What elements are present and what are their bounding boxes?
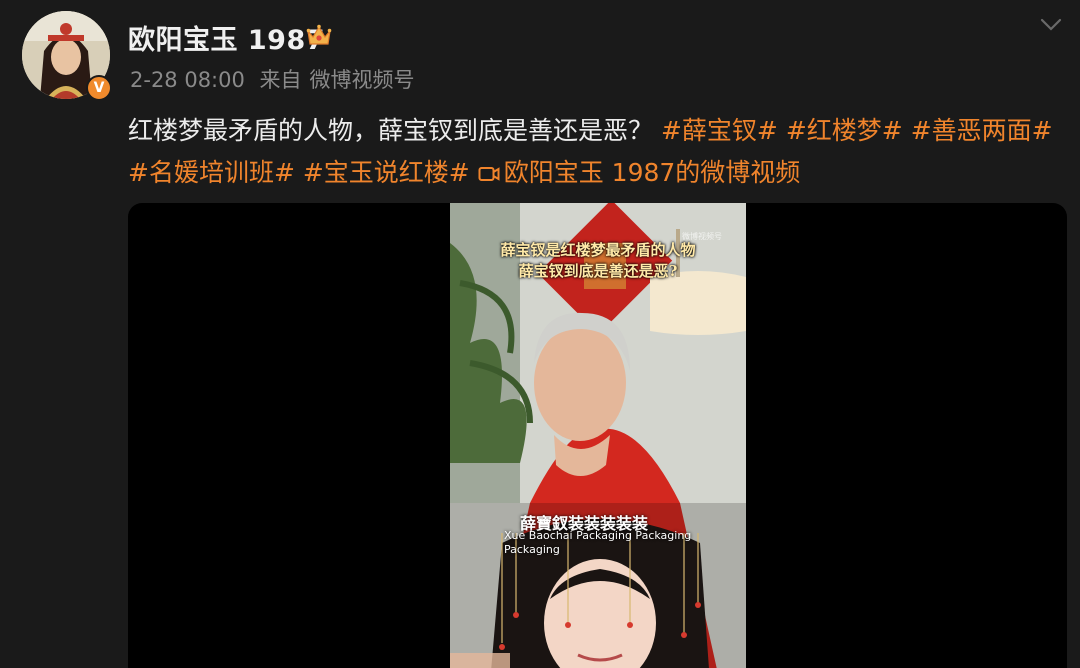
chevron-down-icon[interactable] xyxy=(1038,14,1064,36)
hashtag-baochai[interactable]: #薛宝钗# xyxy=(661,116,778,145)
verified-badge-icon: V xyxy=(86,75,112,101)
username[interactable]: 欧阳宝玉 1987 xyxy=(128,18,325,57)
weibo-post: V 欧阳宝玉 1987 2-28 08:00 来自 微博视频号 红楼梦最矛盾的人物… xyxy=(0,0,1080,668)
video-link-label: 欧阳宝玉 1987的微博视频 xyxy=(503,158,801,187)
crown-icon xyxy=(306,24,332,45)
post-time[interactable]: 2-28 08:00 xyxy=(130,68,245,92)
video-link-icon xyxy=(478,167,500,181)
hashtag-mingyuan[interactable]: #名媛培训班# xyxy=(128,158,295,187)
source-prefix: 来自 xyxy=(259,68,302,92)
hashtag-hongloumeng[interactable]: #红楼梦# xyxy=(786,116,903,145)
hashtag-baoyu[interactable]: #宝玉说红楼# xyxy=(303,158,470,187)
post-body: 红楼梦最矛盾的人物，薛宝钗到底是善还是恶？ xyxy=(128,116,654,145)
video-player[interactable]: 微博视频号 薛宝钗是红楼梦最矛盾的人物 薛宝钗到底是善还是恶? 薛寶釵装装装装装… xyxy=(128,203,1067,668)
video-caption-line1: 薛宝钗是红楼梦最矛盾的人物 xyxy=(500,241,696,259)
video-caption-line2: 薛宝钗到底是善还是恶? xyxy=(518,262,678,280)
video-frame[interactable]: 微博视频号 薛宝钗是红楼梦最矛盾的人物 薛宝钗到底是善还是恶? 薛寶釵装装装装装… xyxy=(450,203,746,668)
post-meta: 2-28 08:00 来自 微博视频号 xyxy=(130,64,423,94)
hashtag-shanetwo[interactable]: #善恶两面# xyxy=(911,116,1053,145)
video-link[interactable]: 欧阳宝玉 1987的微博视频 xyxy=(478,158,801,187)
source-link[interactable]: 微博视频号 xyxy=(310,68,415,92)
video-subtitle-en: Xue Baochai Packaging Packaging Packagin… xyxy=(504,529,692,556)
post-text: 红楼梦最矛盾的人物，薛宝钗到底是善还是恶？ #薛宝钗# #红楼梦# #善恶两面#… xyxy=(128,110,1058,194)
